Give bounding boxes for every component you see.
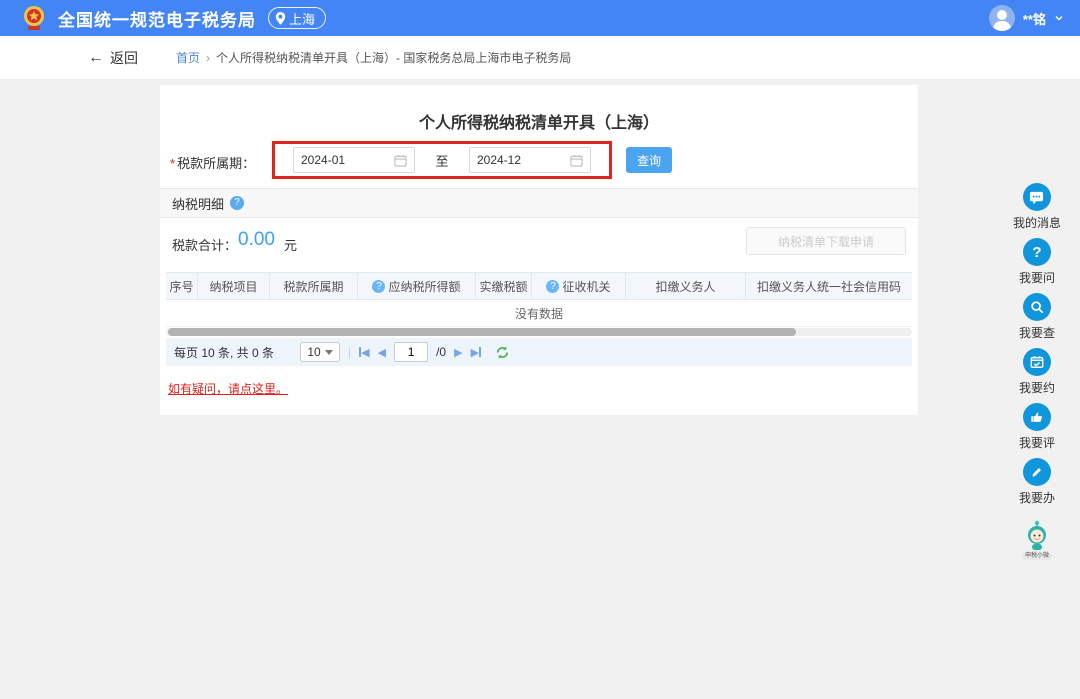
date-to-value: 2024-12	[477, 153, 521, 167]
col-taxable-income: ? 应纳税所得额	[358, 273, 476, 300]
tax-detail-table: 序号 纳税项目 税款所属期 ? 应纳税所得额 实缴税额 ? 征收机关 扣缴义务人…	[166, 272, 912, 336]
sidebar-item-handle[interactable]: 我要办	[1019, 458, 1055, 506]
sidebar-item-appointment[interactable]: 我要约	[1019, 348, 1055, 396]
main-panel: 个人所得税纳税清单开具（上海） *税款所属期： 2024-01 至 2024-1…	[160, 85, 918, 415]
col-tax-item: 纳税项目	[198, 273, 270, 300]
col-withholding-agent: 扣缴义务人	[626, 273, 746, 300]
breadcrumb: 首页 › 个人所得税纳税清单开具（上海）- 国家税务总局上海市电子税务局	[176, 49, 571, 66]
scrollbar-thumb[interactable]	[168, 328, 796, 336]
horizontal-scrollbar[interactable]	[166, 328, 912, 336]
calendar-icon	[570, 154, 583, 167]
download-request-button[interactable]: 纳税清单下载申请	[746, 227, 906, 255]
pagination-bar: 每页 10 条, 共 0 条 10 | ◀ ◀ /0 ▶ ▶	[166, 338, 912, 366]
col-authority: ? 征收机关	[532, 273, 626, 300]
app-title: 全国统一规范电子税务局	[58, 6, 256, 31]
prev-page-button[interactable]: ◀	[378, 346, 386, 359]
sidebar-item-review[interactable]: 我要评	[1019, 403, 1055, 451]
total-label: 税款合计：	[172, 235, 237, 254]
sidebar-item-label: 我要办	[1019, 489, 1055, 506]
required-mark: *	[170, 156, 175, 171]
tax-period-label: *税款所属期：	[170, 153, 255, 172]
breadcrumb-bar: ← 返回 首页 › 个人所得税纳税清单开具（上海）- 国家税务总局上海市电子税务…	[0, 36, 1080, 80]
chat-bubble-icon	[1023, 183, 1051, 211]
user-menu[interactable]: **铭	[989, 5, 1064, 31]
calendar-icon	[1023, 348, 1051, 376]
mascot-label: 申税小微	[1022, 552, 1052, 560]
back-button[interactable]: ← 返回	[88, 48, 138, 68]
breadcrumb-separator: ›	[206, 51, 210, 65]
col-tax-period: 税款所属期	[270, 273, 358, 300]
col-seq: 序号	[166, 273, 198, 300]
mascot-icon	[1022, 519, 1052, 551]
page-size-select[interactable]: 10	[300, 342, 340, 362]
total-value: 0.00	[238, 229, 275, 251]
page-total: /0	[436, 345, 446, 359]
back-label: 返回	[110, 48, 138, 68]
search-icon	[1023, 293, 1051, 321]
sidebar-item-label: 我要查	[1019, 324, 1055, 341]
app-header: 全国统一规范电子税务局 上海 **铭	[0, 0, 1080, 36]
question-help-link[interactable]: 如有疑问，请点这里。	[168, 380, 288, 397]
tax-emblem-logo	[20, 4, 48, 32]
last-page-button[interactable]: ▶	[471, 346, 481, 359]
col-tax-paid: 实缴税额	[476, 273, 532, 300]
first-page-button[interactable]: ◀	[359, 346, 369, 359]
page-title: 个人所得税纳税清单开具（上海）	[160, 109, 918, 133]
pencil-icon	[1023, 458, 1051, 486]
user-name: **铭	[1023, 9, 1046, 28]
back-arrow-icon: ←	[88, 49, 104, 67]
sidebar-item-label: 我要评	[1019, 434, 1055, 451]
tax-detail-section-header: 纳税明细 ?	[160, 188, 918, 218]
table-empty-row: 没有数据	[166, 300, 912, 327]
total-row: 税款合计： 0.00 元 纳税清单下载申请	[160, 225, 918, 259]
date-to-input[interactable]: 2024-12	[469, 147, 591, 173]
pagination-summary: 每页 10 条, 共 0 条	[174, 344, 274, 361]
page-number-input[interactable]	[394, 342, 428, 362]
next-page-button[interactable]: ▶	[454, 346, 462, 359]
date-from-input[interactable]: 2024-01	[293, 147, 415, 173]
section-title: 纳税明细	[172, 194, 224, 213]
assistant-mascot[interactable]: 申税小微	[1022, 519, 1052, 560]
caret-down-icon	[325, 350, 333, 355]
breadcrumb-current: 个人所得税纳税清单开具（上海）- 国家税务总局上海市电子税务局	[216, 49, 571, 66]
refresh-icon[interactable]	[495, 345, 510, 360]
sidebar-item-messages[interactable]: 我的消息	[1013, 183, 1061, 231]
date-from-value: 2024-01	[301, 153, 345, 167]
help-icon[interactable]: ?	[372, 280, 385, 293]
floating-sidebar: 我的消息 ? 我要问 我要查 我要约	[1008, 183, 1066, 560]
tax-period-highlight-box: 2024-01 至 2024-12	[272, 141, 612, 179]
chevron-down-icon	[1054, 13, 1064, 23]
total-unit: 元	[284, 235, 297, 254]
page-size-value: 10	[307, 345, 320, 359]
question-mark-icon: ?	[1023, 238, 1051, 266]
breadcrumb-home-link[interactable]: 首页	[176, 49, 200, 66]
calendar-icon	[394, 154, 407, 167]
sidebar-item-search[interactable]: 我要查	[1019, 293, 1055, 341]
user-avatar	[989, 5, 1015, 31]
location-label: 上海	[289, 9, 315, 28]
help-icon[interactable]: ?	[230, 196, 244, 210]
thumbs-up-icon	[1023, 403, 1051, 431]
sidebar-item-label: 我要问	[1019, 269, 1055, 286]
pagination-divider: |	[348, 345, 351, 359]
to-label: 至	[435, 151, 448, 170]
location-pin-icon	[275, 12, 286, 25]
location-selector[interactable]: 上海	[268, 7, 326, 29]
col-agent-credit-code: 扣缴义务人统一社会信用码	[746, 273, 912, 300]
table-header-row: 序号 纳税项目 税款所属期 ? 应纳税所得额 实缴税额 ? 征收机关 扣缴义务人…	[166, 272, 912, 300]
sidebar-item-label: 我要约	[1019, 379, 1055, 396]
sidebar-item-label: 我的消息	[1013, 214, 1061, 231]
query-button[interactable]: 查询	[626, 147, 672, 173]
sidebar-item-ask[interactable]: ? 我要问	[1019, 238, 1055, 286]
help-icon[interactable]: ?	[546, 280, 559, 293]
